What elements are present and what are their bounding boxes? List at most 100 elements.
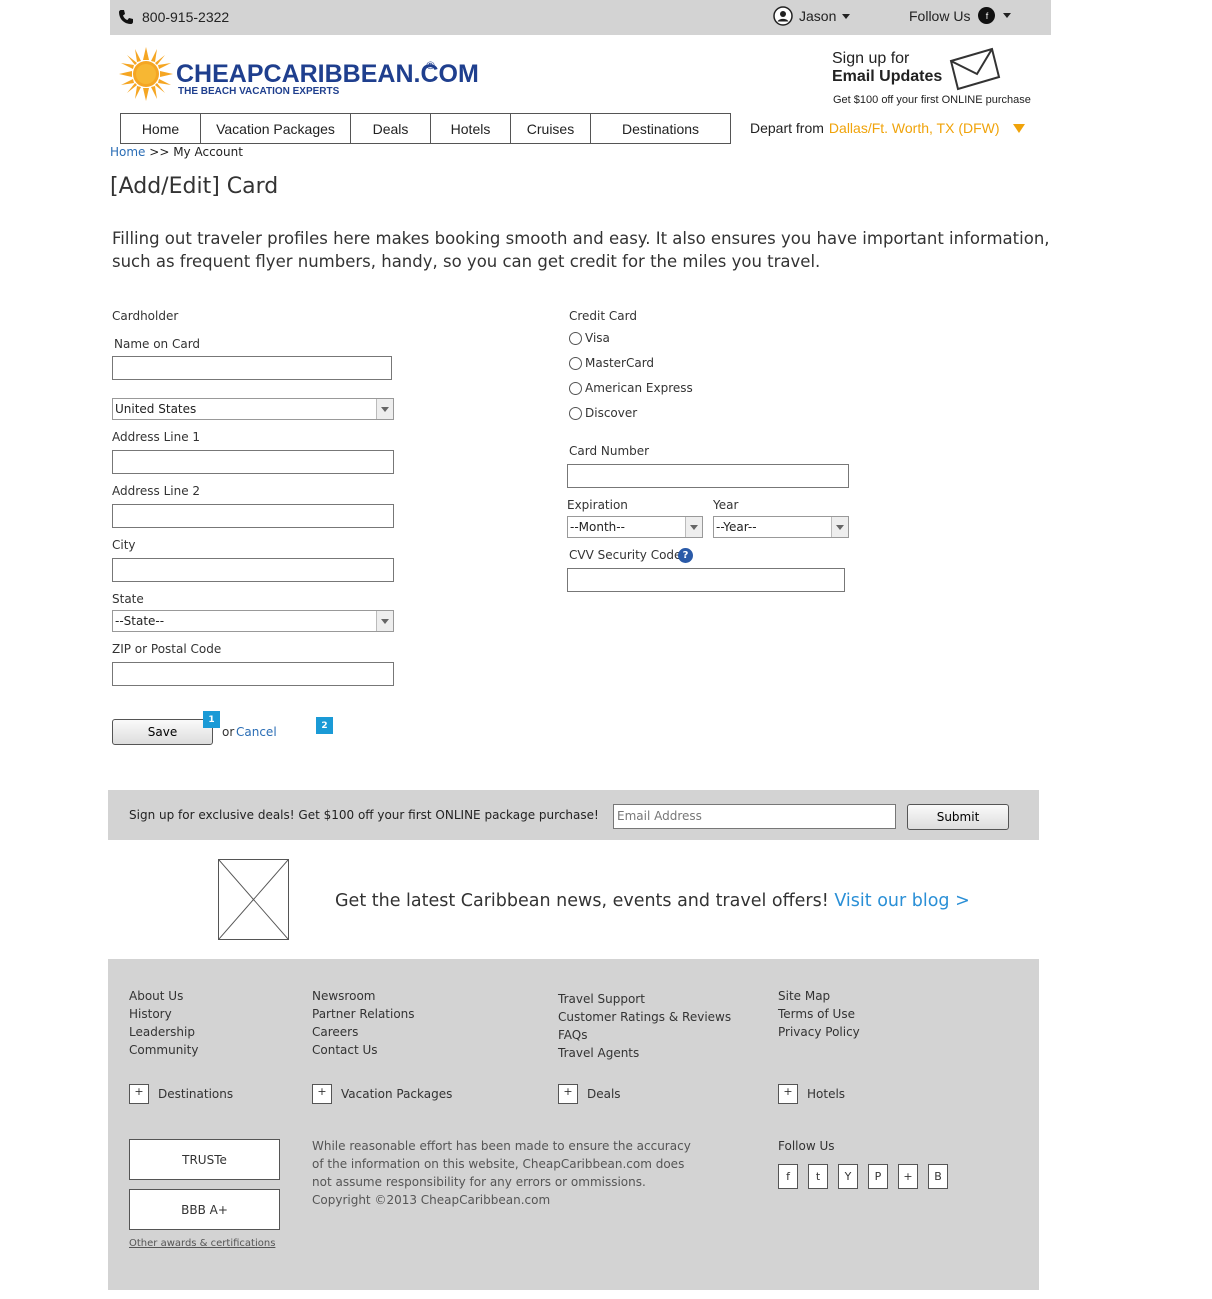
city-input[interactable] (112, 558, 394, 582)
expiration-month-select[interactable]: --Month-- (567, 516, 703, 538)
footer-link[interactable]: Contact Us (312, 1041, 415, 1059)
signup-submit-button[interactable]: Submit (907, 804, 1009, 830)
cancel-link[interactable]: Cancel (236, 725, 277, 739)
plus-icon[interactable]: + (558, 1084, 578, 1104)
signup-text: Sign up for exclusive deals! Get $100 of… (129, 808, 599, 822)
expander-label: Destinations (158, 1087, 234, 1101)
cvv-input[interactable] (567, 568, 845, 592)
nav-tab-destinations[interactable]: Destinations (591, 114, 730, 143)
annotation-badge-2: 2 (316, 717, 333, 734)
card-type-visa[interactable]: Visa (569, 331, 610, 345)
image-placeholder-icon (218, 859, 289, 940)
footer-link[interactable]: Travel Agents (558, 1044, 731, 1062)
footer-link[interactable]: Site Map (778, 987, 860, 1005)
follow-us-menu[interactable]: Follow Us f (909, 7, 1012, 24)
nav-tab-cruises[interactable]: Cruises (511, 114, 591, 143)
footer-col-legal: Site Map Terms of Use Privacy Policy (778, 987, 860, 1041)
social-links: f t Y P + B (778, 1164, 948, 1189)
logo[interactable] (118, 46, 174, 106)
footer-link[interactable]: Customer Ratings & Reviews (558, 1008, 731, 1026)
breadcrumb-separator: >> (149, 145, 170, 159)
signup-email-input[interactable]: Email Address (613, 804, 896, 829)
expander-hotels[interactable]: + Hotels (778, 1084, 845, 1104)
footer-col-support: Travel Support Customer Ratings & Review… (558, 990, 731, 1062)
expander-deals[interactable]: + Deals (558, 1084, 621, 1104)
footer-link[interactable]: FAQs (558, 1026, 731, 1044)
card-type-mastercard[interactable]: MasterCard (569, 356, 654, 370)
address2-input[interactable] (112, 504, 394, 528)
card-type-discover[interactable]: Discover (569, 406, 637, 420)
plus-icon[interactable]: + (129, 1084, 149, 1104)
credit-card-section-label: Credit Card (569, 309, 637, 323)
help-icon[interactable]: ? (678, 548, 693, 563)
zip-input[interactable] (112, 662, 394, 686)
radio-button[interactable] (569, 331, 582, 345)
breadcrumb-current: My Account (173, 145, 243, 159)
card-number-input[interactable] (567, 464, 849, 488)
country-select[interactable]: United States (112, 398, 394, 420)
email-promo-line1: Sign up for (832, 50, 910, 67)
nav-tab-hotels[interactable]: Hotels (431, 114, 511, 143)
card-number-label: Card Number (569, 444, 650, 458)
footer-link[interactable]: Leadership (129, 1023, 198, 1041)
plus-icon[interactable]: + (312, 1084, 332, 1104)
footer-link[interactable]: Travel Support (558, 990, 731, 1008)
breadcrumb-home-link[interactable]: Home (110, 145, 145, 159)
card-type-label: Discover (585, 406, 638, 420)
blog-promo: Get the latest Caribbean news, events an… (335, 891, 970, 911)
expiration-year-select[interactable]: --Year-- (713, 516, 849, 538)
name-on-card-input[interactable] (112, 356, 392, 380)
main-nav: Home Vacation Packages Deals Hotels Crui… (120, 113, 731, 144)
youtube-icon[interactable]: Y (838, 1164, 858, 1189)
depart-from-selector[interactable]: Depart from Dallas/Ft. Worth, TX (DFW) (750, 120, 1025, 136)
footer-link[interactable]: Newsroom (312, 987, 415, 1005)
footer-link[interactable]: About Us (129, 987, 198, 1005)
footer-link[interactable]: Privacy Policy (778, 1023, 860, 1041)
sun-logo-icon (119, 47, 173, 101)
truste-badge[interactable]: TRUSTe (129, 1139, 280, 1180)
or-text: or (222, 725, 235, 739)
footer-link[interactable]: Partner Relations (312, 1005, 415, 1023)
nav-tab-deals[interactable]: Deals (351, 114, 431, 143)
newsletter-signup-bar: Sign up for exclusive deals! Get $100 of… (108, 790, 1039, 840)
footer-link[interactable]: History (129, 1005, 198, 1023)
email-promo-line3: Get $100 off your first ONLINE purchase (833, 94, 1031, 106)
visit-blog-link[interactable]: Visit our blog > (834, 891, 969, 911)
google-plus-icon[interactable]: + (898, 1164, 918, 1189)
year-label: Year (713, 498, 739, 512)
twitter-icon[interactable]: t (808, 1164, 828, 1189)
radio-button[interactable] (569, 381, 582, 395)
expander-vacation-packages[interactable]: + Vacation Packages (312, 1084, 452, 1104)
pinterest-icon[interactable]: P (868, 1164, 888, 1189)
plus-icon[interactable]: + (778, 1084, 798, 1104)
state-select-value: --State-- (115, 614, 165, 628)
awards-link[interactable]: Other awards & certifications (129, 1238, 275, 1249)
nav-tab-home[interactable]: Home (121, 114, 201, 143)
address1-input[interactable] (112, 450, 394, 474)
expander-destinations[interactable]: + Destinations (129, 1084, 233, 1104)
radio-button[interactable] (569, 356, 582, 370)
chevron-down-icon (1003, 13, 1012, 18)
city-label: City (112, 538, 136, 552)
nav-tab-vacation-packages[interactable]: Vacation Packages (201, 114, 351, 143)
bbb-badge[interactable]: BBB A+ (129, 1189, 280, 1230)
footer-link[interactable]: Community (129, 1041, 198, 1059)
user-icon (773, 6, 793, 26)
save-button[interactable]: Save (112, 719, 213, 745)
footer-disclaimer: While reasonable effort has been made to… (312, 1139, 691, 1189)
country-select-value: United States (115, 402, 197, 416)
footer-link[interactable]: Careers (312, 1023, 415, 1041)
blog-icon[interactable]: B (928, 1164, 948, 1189)
footer-copyright: Copyright ©2013 CheapCaribbean.com (312, 1193, 551, 1207)
user-name: Jason (799, 8, 837, 24)
expiration-label: Expiration (567, 498, 628, 512)
address1-label: Address Line 1 (112, 430, 201, 444)
card-type-amex[interactable]: American Express (569, 381, 693, 395)
state-select[interactable]: --State-- (112, 610, 394, 632)
facebook-icon[interactable]: f (778, 1164, 798, 1189)
phone-contact[interactable]: 800-915-2322 (118, 9, 229, 25)
footer-link[interactable]: Terms of Use (778, 1005, 860, 1023)
user-menu[interactable]: Jason (773, 6, 851, 26)
radio-button[interactable] (569, 406, 582, 420)
card-type-label: Visa (585, 331, 610, 345)
